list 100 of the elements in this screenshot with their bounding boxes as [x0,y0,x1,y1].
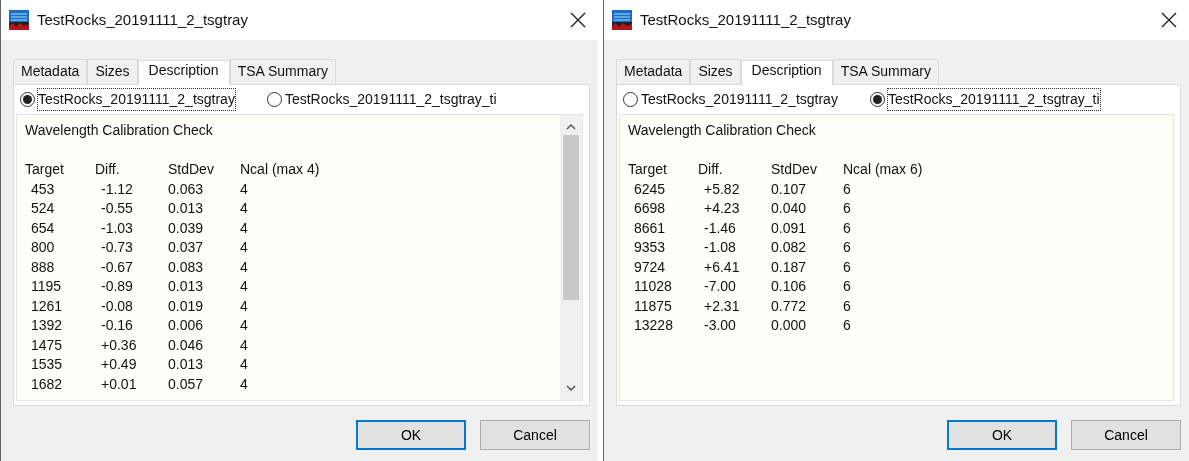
table-cell-text: 4 [240,238,249,257]
table-cell-text: 0.013 [168,355,205,374]
table-cell-text: -0.16 [100,316,134,335]
scroll-up-icon[interactable] [566,123,576,131]
window-title: TestRocks_20191111_2_tsgtray [37,9,249,30]
table-cell-text: 0.057 [168,374,205,394]
tab[interactable]: Sizes [87,59,138,84]
table-cell-text: 11875 [633,296,673,316]
radio-label[interactable]: TestRocks_20191111_2_tsgtray [38,89,235,110]
report-heading: Wavelength Calibration Check [25,121,214,140]
table-cell-text: -0.67 [100,257,134,277]
table-cell-text: 1535 [30,355,64,374]
table-cell-text: 6 [843,199,852,218]
table-cell-text: -1.46 [703,218,737,238]
table-cell-text: 6 [843,296,852,316]
table-cell-text: -0.55 [100,199,134,218]
tab[interactable]: Description [137,60,230,85]
table-cell-text: 0.013 [168,199,205,218]
table-cell-text: 6698 [633,199,667,218]
radio-label[interactable]: TestRocks_20191111_2_tsgtray [641,89,838,110]
table-cell-text: -0.89 [100,277,134,296]
table-cell-text: 654 [30,218,56,238]
table-cell-text: 524 [30,199,56,218]
table-cell-text: 6 [843,316,852,335]
table-cell-text: 1261 [30,296,64,316]
table-cell-text: +2.31 [703,296,741,316]
scroll-down-icon[interactable] [566,384,576,392]
table-cell-text: 8661 [633,218,667,238]
cancel-button[interactable]: Cancel [1071,420,1181,450]
tab[interactable]: TSA Summary [229,59,336,84]
tab[interactable]: Metadata [616,59,691,84]
table-cell-text: -7.00 [703,277,737,296]
table-cell-text: 0.039 [168,218,205,238]
tab[interactable]: Description [740,60,833,85]
table-cell-text: 4 [240,374,249,394]
table-cell-text: 11028 [633,277,673,296]
table-cell-text: 1392 [30,316,64,335]
column-header: Ncal (max 6) [843,160,924,179]
table-cell-text: 0.037 [168,238,205,257]
radio-button[interactable] [623,92,638,107]
table-cell-text: 0.063 [168,179,205,199]
table-cell-text: -3.00 [703,316,737,335]
table-cell-text: 1682 [30,374,64,394]
table-cell-text: 0.006 [168,316,205,335]
table-cell-text: 4 [240,179,249,199]
radio-button[interactable] [869,92,885,107]
table-cell-text: +0.49 [100,355,138,374]
table-cell-text: 0.082 [771,238,808,257]
table-cell-text: 6 [843,238,852,257]
table-cell-text: 4 [240,355,249,374]
table-cell-text: 4 [240,199,249,218]
table-cell-text: -1.12 [100,179,134,199]
table-cell-text: 0.187 [771,257,808,277]
table-cell-text: 13228 [633,316,674,335]
column-header: Ncal (max 4) [240,160,321,179]
tab[interactable]: Sizes [690,59,741,84]
table-cell-text: 6245 [633,179,667,199]
column-header: StdDev [168,160,215,179]
radio-label[interactable]: TestRocks_20191111_2_tsgtray_ti [284,89,497,110]
radio-label[interactable]: TestRocks_20191111_2_tsgtray_ti [887,89,1100,110]
table-cell-text: 0.013 [168,277,205,296]
tab[interactable]: TSA Summary [832,59,939,84]
ok-button[interactable]: OK [947,420,1057,450]
app-icon [9,10,29,30]
table-cell-text: 4 [240,335,249,355]
radio-button[interactable] [20,92,35,107]
table-cell-text: 4 [240,257,249,277]
column-header: Target [628,160,668,179]
table-cell-text: -0.08 [100,296,134,316]
table-cell-text: +6.41 [703,257,741,277]
table-cell-text: 1475 [30,335,64,355]
table-cell-text: 4 [240,316,249,335]
column-header: Diff. [698,160,724,179]
table-cell-text: 0.019 [168,296,205,316]
table-cell-text: +0.01 [100,374,138,394]
table-cell-text: 6 [843,277,852,296]
table-cell-text: +5.82 [703,179,741,199]
table-cell-text: 0.772 [771,296,808,316]
table-cell-text: 0.091 [771,218,808,238]
tab[interactable]: Metadata [13,59,88,84]
table-cell-text: +4.23 [703,199,741,218]
radio-button[interactable] [266,92,282,107]
table-cell-text: 4 [240,277,249,296]
ok-button[interactable]: OK [356,420,466,450]
table-cell-text: 4 [240,218,249,238]
table-cell-text: 9724 [633,257,667,277]
table-cell-text: 4 [240,296,249,316]
table-cell-text: 0.106 [771,277,808,296]
scrollbar-thumb[interactable] [563,135,579,300]
table-cell-text: 0.107 [771,179,808,199]
table-cell-text: -1.03 [100,218,134,238]
table-cell-text: 1195 [30,277,63,296]
table-cell-text: 6 [843,257,852,277]
app-icon [612,10,632,30]
table-cell-text: 9353 [633,238,667,257]
window-title: TestRocks_20191111_2_tsgtray [640,9,852,30]
table-cell-text: 0.083 [168,257,205,277]
cancel-button[interactable]: Cancel [480,420,590,450]
column-header: Diff. [95,160,121,179]
table-cell-text: 888 [30,257,56,277]
